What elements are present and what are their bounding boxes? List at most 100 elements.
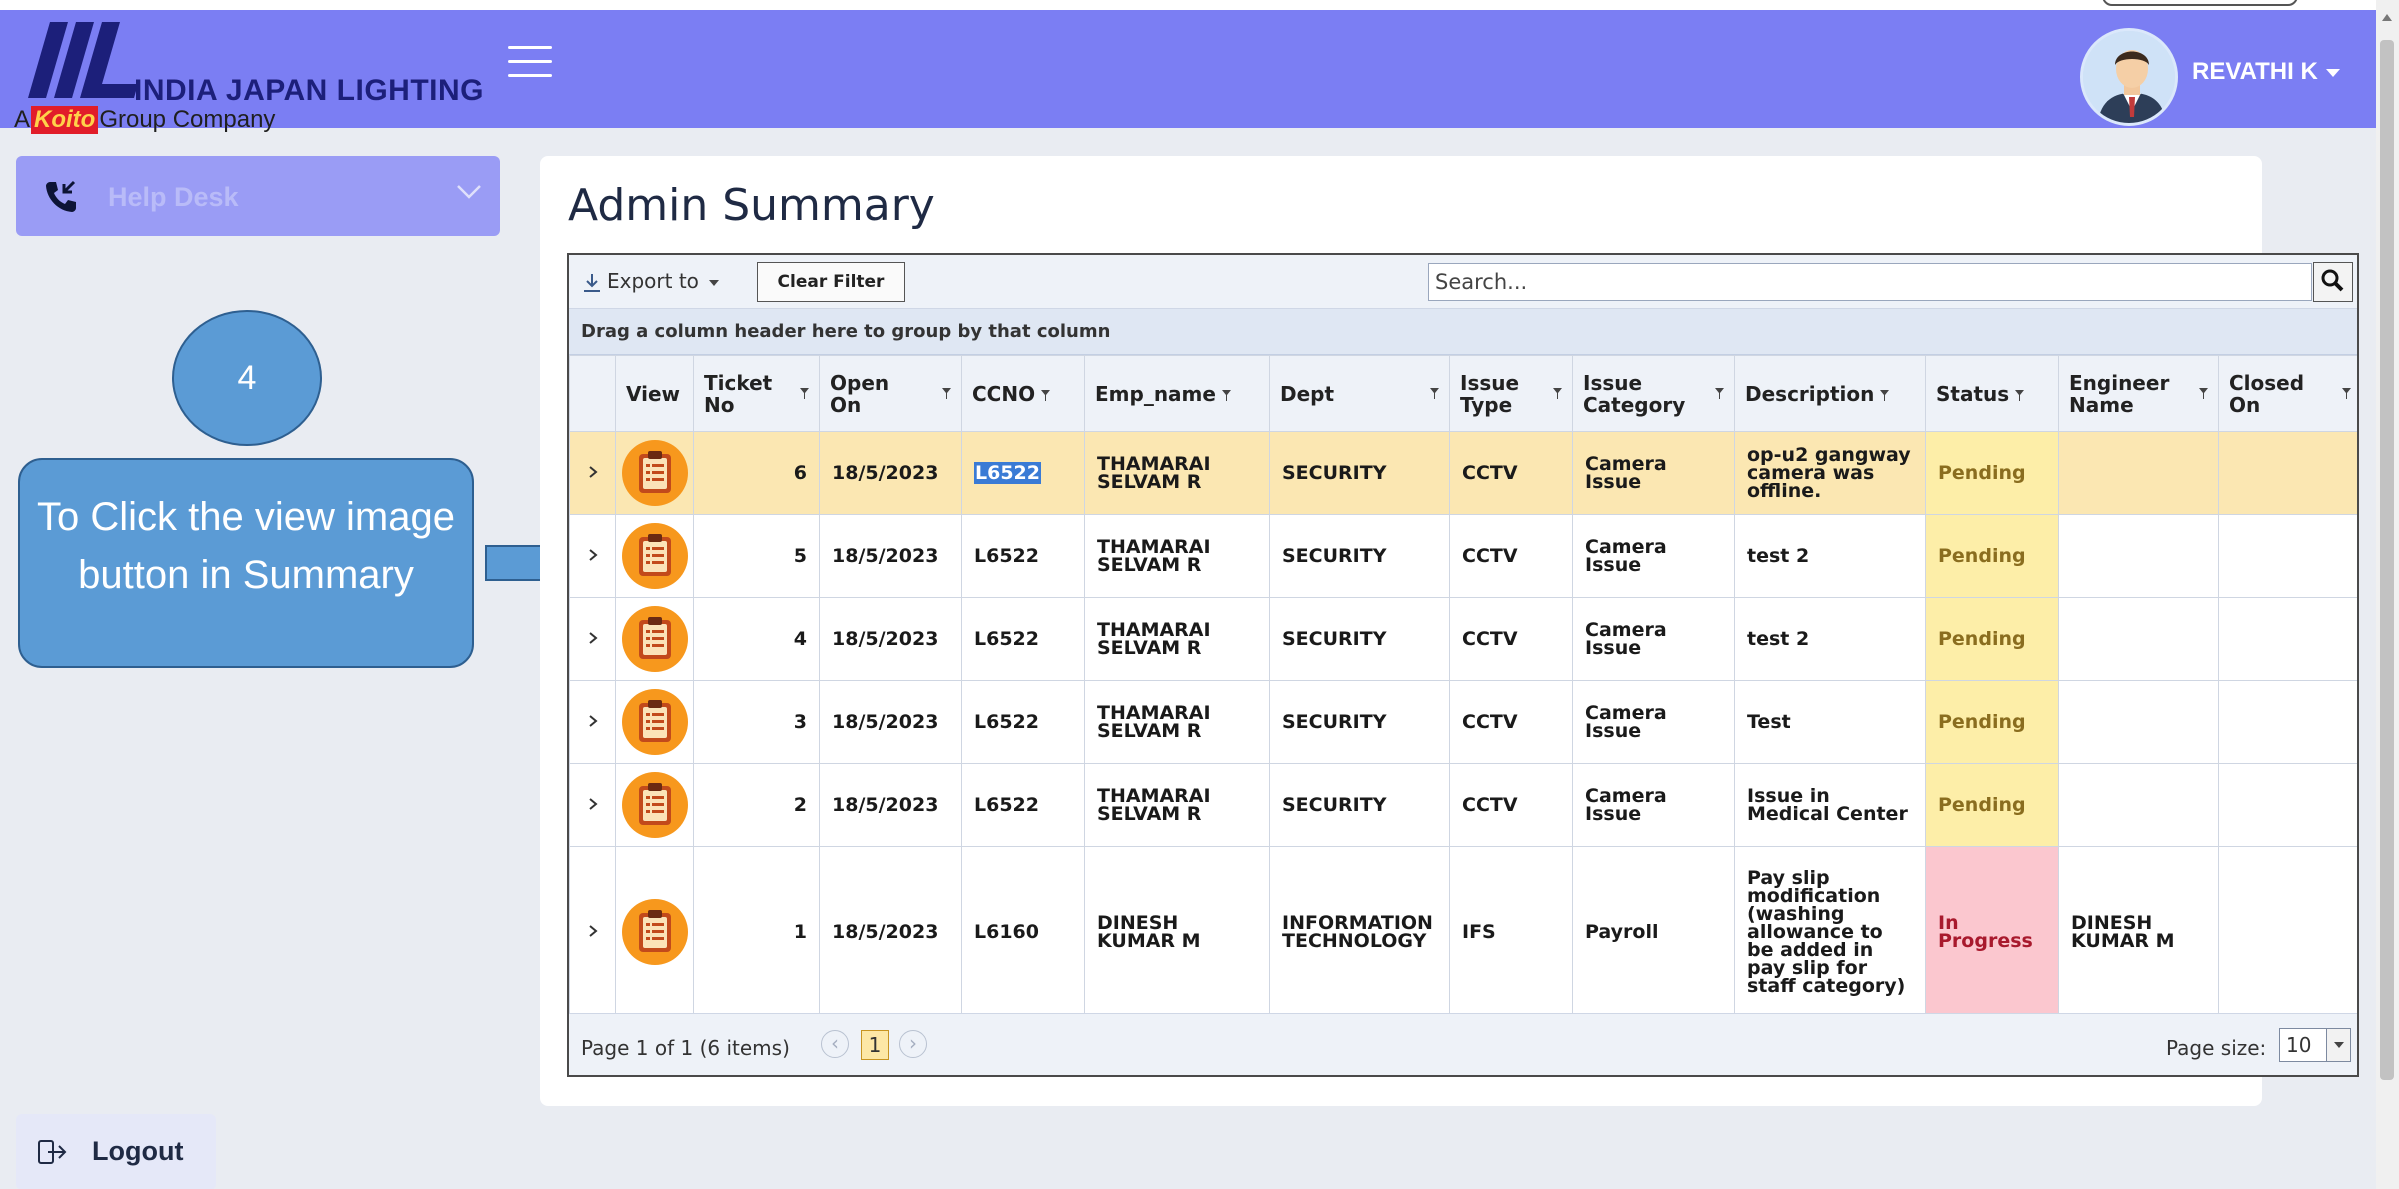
search-input[interactable] — [1428, 263, 2312, 301]
tickets-table: View Ticket No Open On CCNO Emp_name Dep… — [569, 355, 2357, 1017]
row-expand-button[interactable] — [569, 680, 616, 764]
page-number-button[interactable]: 1 — [861, 1030, 889, 1060]
table-row[interactable]: 4 18/5/2023 L6522 THAMARAI SELVAM R SECURITY… — [569, 597, 2357, 681]
view-cell — [615, 514, 694, 598]
issue-type-cell: CCTV — [1449, 763, 1573, 847]
filter-icon[interactable] — [800, 388, 809, 399]
dept-cell: SECURITY — [1269, 597, 1450, 681]
row-expand-button[interactable] — [569, 846, 616, 1017]
filter-icon[interactable] — [1041, 389, 1051, 401]
view-image-button[interactable] — [621, 523, 688, 589]
closed-on-cell — [2218, 514, 2357, 598]
column-header-ticket-no[interactable]: Ticket No — [693, 355, 820, 432]
description-cell: test 2 — [1734, 514, 1926, 598]
column-header-closed-on[interactable]: Closed On — [2218, 355, 2357, 432]
filter-icon[interactable] — [1430, 388, 1439, 399]
table-row[interactable]: 6 18/5/2023 L6522 THAMARAI SELVAM R SECURITY… — [569, 431, 2357, 515]
view-cell — [615, 846, 694, 1017]
sidebar-item-help-desk[interactable]: Help Desk — [16, 156, 500, 236]
view-cell — [615, 597, 694, 681]
caret-down-icon — [2325, 68, 2340, 77]
filter-icon[interactable] — [2015, 389, 2025, 401]
filter-icon[interactable] — [2199, 388, 2208, 399]
column-header-label: Ticket No — [704, 370, 773, 417]
view-image-button[interactable] — [621, 606, 688, 672]
column-header-label: Engineer Name — [2069, 370, 2170, 417]
ijl-logo-icon — [28, 22, 138, 98]
column-header-status[interactable]: Status — [1925, 355, 2059, 432]
column-header-expand — [569, 355, 616, 432]
view-cell — [615, 763, 694, 847]
column-header-issue-category[interactable]: Issue Category — [1572, 355, 1735, 432]
page-size-select[interactable]: 10 — [2279, 1028, 2351, 1062]
filter-icon[interactable] — [1553, 388, 1562, 399]
summary-grid: Export to Clear Filter Drag a column hea… — [567, 253, 2359, 1077]
company-logo[interactable]: INDIA JAPAN LIGHTING A Koito Group Company — [12, 18, 492, 134]
view-image-button[interactable] — [621, 898, 688, 965]
scroll-up-icon[interactable] — [2382, 14, 2392, 21]
closed-on-cell — [2218, 846, 2357, 1017]
column-header-description[interactable]: Description — [1734, 355, 1926, 432]
user-menu[interactable]: REVATHI K — [2192, 58, 2340, 86]
column-header-engineer-name[interactable]: Engineer Name — [2058, 355, 2219, 432]
filter-icon[interactable] — [2342, 388, 2351, 399]
description-cell: Issue in Medical Center — [1734, 763, 1926, 847]
clear-filter-button[interactable]: Clear Filter — [757, 262, 905, 302]
clipboard-icon — [638, 700, 671, 742]
filter-icon[interactable] — [1715, 388, 1724, 399]
logout-button[interactable]: Logout — [16, 1114, 216, 1189]
scrollbar-thumb[interactable] — [2380, 40, 2394, 1080]
table-row[interactable]: 2 18/5/2023 L6522 THAMARAI SELVAM R SECURITY… — [569, 763, 2357, 847]
row-expand-button[interactable] — [569, 597, 616, 681]
column-header-issue-type[interactable]: Issue Type — [1449, 355, 1573, 432]
column-header-label: Dept — [1280, 381, 1335, 406]
row-expand-button[interactable] — [569, 763, 616, 847]
view-image-button[interactable] — [621, 689, 688, 755]
user-avatar[interactable] — [2080, 28, 2178, 126]
column-header-ccno[interactable]: CCNO — [961, 355, 1085, 432]
page-scrollbar[interactable] — [2376, 0, 2399, 1189]
selected-text-highlight: L6522 — [974, 462, 1041, 484]
status-cell: Pending — [1925, 597, 2059, 681]
group-by-panel[interactable]: Drag a column header here to group by th… — [569, 309, 2357, 355]
download-icon — [584, 273, 600, 292]
avatar-person-icon — [2083, 31, 2175, 123]
column-header-dept[interactable]: Dept — [1269, 355, 1450, 432]
view-image-button[interactable] — [621, 772, 688, 838]
view-image-button[interactable] — [621, 440, 688, 506]
view-cell — [615, 680, 694, 764]
ticket-no-cell: 5 — [693, 514, 820, 598]
export-menu[interactable]: Export to — [583, 269, 719, 293]
row-expand-button[interactable] — [569, 431, 616, 515]
menu-toggle-icon[interactable] — [508, 46, 552, 80]
filter-icon[interactable] — [942, 388, 951, 399]
closed-on-cell — [2218, 763, 2357, 847]
column-header-open-on[interactable]: Open On — [819, 355, 962, 432]
table-row[interactable]: 1 18/5/2023 L6160 DINESH KUMAR M INFORMATION… — [569, 846, 2357, 1017]
dropdown-arrow-icon[interactable] — [2326, 1029, 2350, 1061]
logout-icon — [38, 1140, 67, 1164]
open-on-cell: 18/5/2023 — [819, 431, 962, 515]
column-header-label: Description — [1745, 381, 1875, 406]
issue-category-cell: Payroll — [1572, 846, 1735, 1017]
column-header-label: Issue Type — [1460, 370, 1520, 417]
page-title: Admin Summary — [568, 180, 935, 231]
row-expand-button[interactable] — [569, 514, 616, 598]
search-button[interactable] — [2313, 262, 2353, 302]
table-row[interactable]: 3 18/5/2023 L6522 THAMARAI SELVAM R SECURITY… — [569, 680, 2357, 764]
status-cell: In Progress — [1925, 846, 2059, 1017]
dept-cell: SECURITY — [1269, 514, 1450, 598]
dept-cell: SECURITY — [1269, 680, 1450, 764]
open-on-cell: 18/5/2023 — [819, 846, 962, 1017]
search-icon — [2321, 269, 2344, 292]
chevron-right-icon — [588, 632, 598, 644]
column-header-view[interactable]: View — [615, 355, 694, 432]
filter-icon[interactable] — [1221, 389, 1231, 401]
next-page-button[interactable]: › — [899, 1030, 927, 1058]
table-row[interactable]: 5 18/5/2023 L6522 THAMARAI SELVAM R SECURITY… — [569, 514, 2357, 598]
open-on-cell: 18/5/2023 — [819, 680, 962, 764]
prev-page-button[interactable]: ‹ — [821, 1030, 849, 1058]
filter-icon[interactable] — [1880, 389, 1890, 401]
column-header-emp-name[interactable]: Emp_name — [1084, 355, 1270, 432]
step-number-callout: 4 — [172, 310, 322, 446]
